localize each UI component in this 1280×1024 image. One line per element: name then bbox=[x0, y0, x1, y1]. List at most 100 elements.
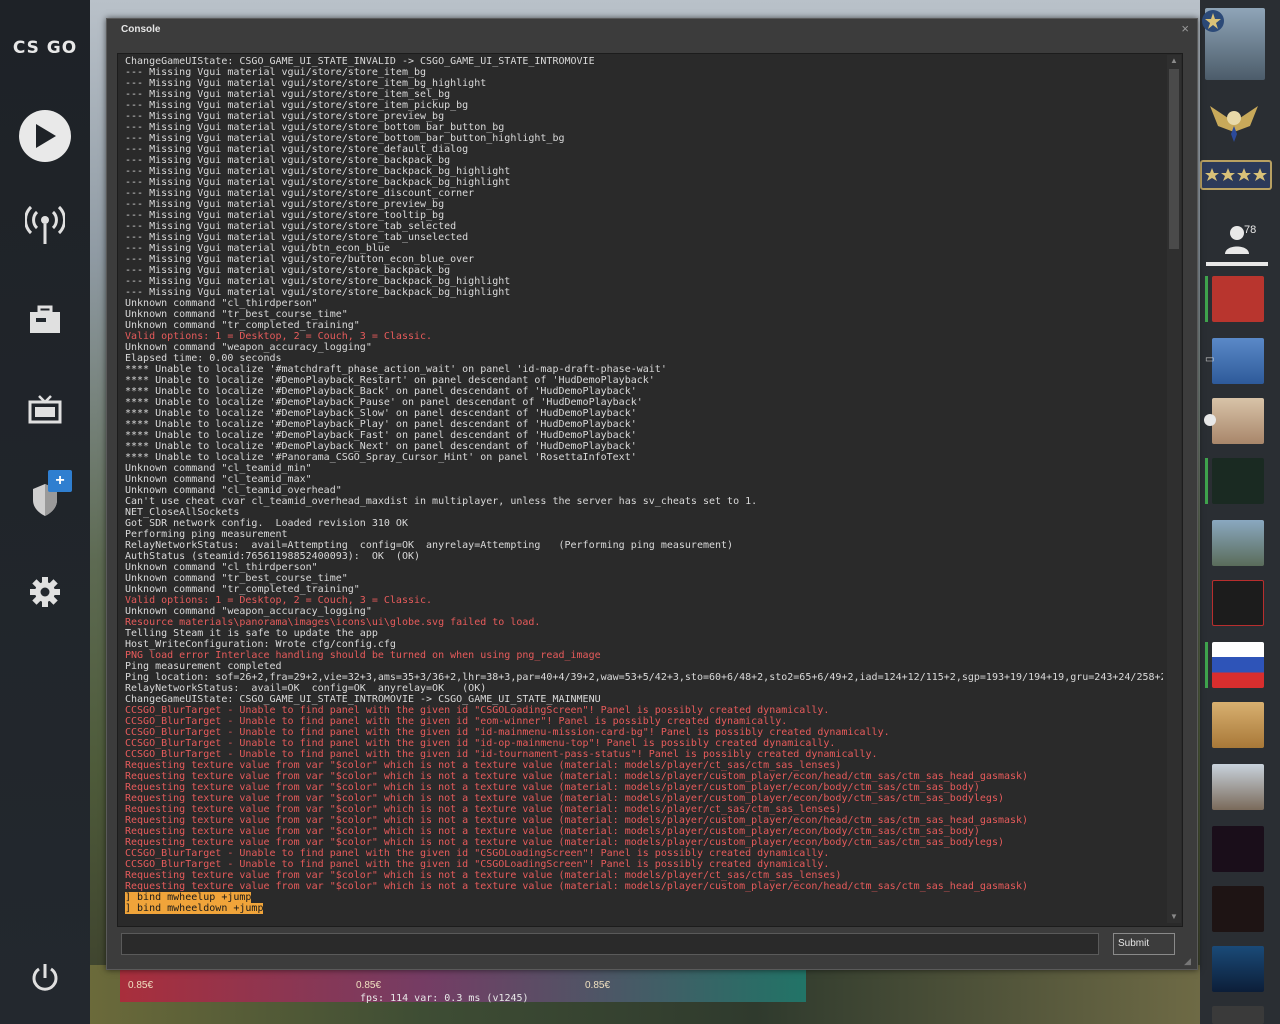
friend-avatar[interactable] bbox=[1212, 886, 1264, 932]
console-line: Can't use cheat cvar cl_teamid_overhead_… bbox=[125, 496, 758, 507]
console-line: --- Missing Vgui material vgui/store/sto… bbox=[125, 221, 457, 232]
console-line: Requesting texture value from var "$colo… bbox=[125, 782, 980, 793]
console-line: --- Missing Vgui material vgui/store/sto… bbox=[125, 133, 565, 144]
console-line: Requesting texture value from var "$colo… bbox=[125, 870, 842, 881]
console-line: --- Missing Vgui material vgui/store/sto… bbox=[125, 188, 475, 199]
friend-avatar[interactable] bbox=[1212, 642, 1264, 688]
console-line: Unknown command "cl_thirdperson" bbox=[125, 298, 318, 309]
eagle-rank-icon bbox=[1206, 96, 1262, 146]
scrollbar[interactable]: ▲ ▼ bbox=[1167, 55, 1181, 923]
command-input[interactable] bbox=[121, 933, 1099, 955]
console-line: Requesting texture value from var "$colo… bbox=[125, 815, 1029, 826]
console-line: **** Unable to localize '#DemoPlayback_S… bbox=[125, 408, 637, 419]
close-button[interactable]: × bbox=[1181, 21, 1189, 36]
console-line: **** Unable to localize '#DemoPlayback_P… bbox=[125, 419, 637, 430]
broadcast-icon bbox=[25, 205, 65, 244]
friend-avatar[interactable] bbox=[1212, 520, 1264, 566]
console-line: CCSGO_BlurTarget - Unable to find panel … bbox=[125, 749, 878, 760]
friend-avatar[interactable] bbox=[1212, 826, 1264, 872]
console-line: --- Missing Vgui material vgui/store/sto… bbox=[125, 67, 427, 78]
friend-status bbox=[1205, 458, 1208, 504]
submit-button[interactable]: Submit bbox=[1113, 933, 1175, 955]
console-line: CCSGO_BlurTarget - Unable to find panel … bbox=[125, 738, 836, 749]
broadcast-button[interactable] bbox=[19, 198, 71, 250]
watch-button[interactable] bbox=[19, 384, 71, 436]
tv-small-icon: ▭ bbox=[1205, 354, 1215, 365]
console-line: Unknown command "cl_thirdperson" bbox=[125, 562, 318, 573]
console-line: --- Missing Vgui material vgui/store/sto… bbox=[125, 166, 511, 177]
console-line: Ping measurement completed bbox=[125, 661, 282, 672]
console-line: **** Unable to localize '#Panorama_CSGO_… bbox=[125, 452, 637, 463]
console-line: Requesting texture value from var "$colo… bbox=[125, 837, 1004, 848]
console-line: --- Missing Vgui material vgui/store/sto… bbox=[125, 232, 469, 243]
console-line: RelayNetworkStatus: avail=OK config=OK a… bbox=[125, 683, 487, 694]
console-log[interactable]: ChangeGameUIState: CSGO_GAME_UI_STATE_IN… bbox=[117, 53, 1183, 927]
friend-avatar[interactable] bbox=[1212, 458, 1264, 504]
scroll-thumb[interactable] bbox=[1169, 69, 1179, 249]
console-line: PNG load error Interlace handling should… bbox=[125, 650, 601, 661]
console-line: Elapsed time: 0.00 seconds bbox=[125, 353, 282, 364]
console-line: CCSGO_BlurTarget - Unable to find panel … bbox=[125, 716, 788, 727]
friend-avatar[interactable] bbox=[1212, 398, 1264, 444]
play-button[interactable] bbox=[19, 110, 71, 162]
console-line: Unknown command "cl_teamid_overhead" bbox=[125, 485, 342, 496]
friend-avatar[interactable] bbox=[1212, 946, 1264, 992]
console-line: **** Unable to localize '#DemoPlayback_B… bbox=[125, 386, 637, 397]
console-line: Ping location: sof=26+2,fra=29+2,vie=32+… bbox=[125, 672, 1163, 683]
friend-avatar[interactable] bbox=[1212, 702, 1264, 748]
scroll-up-arrow[interactable]: ▲ bbox=[1169, 56, 1179, 66]
console-line: --- Missing Vgui material vgui/store/but… bbox=[125, 254, 475, 265]
friends-button[interactable]: 78 bbox=[1218, 220, 1268, 260]
console-line: Unknown command "cl_teamid_max" bbox=[125, 474, 312, 485]
console-line: **** Unable to localize '#DemoPlayback_F… bbox=[125, 430, 637, 441]
friend-avatar[interactable] bbox=[1212, 1006, 1264, 1024]
console-line: Unknown command "tr_completed_training" bbox=[125, 320, 360, 331]
console-line: --- Missing Vgui material vgui/store/sto… bbox=[125, 111, 445, 122]
main-sidebar: CS GO + bbox=[0, 0, 90, 1024]
console-line: RelayNetworkStatus: avail=Attempting con… bbox=[125, 540, 734, 551]
rank-icon bbox=[1200, 8, 1226, 34]
console-line: ] bind mwheeldown +jump bbox=[125, 903, 264, 914]
quit-button[interactable] bbox=[19, 952, 71, 1004]
console-line: --- Missing Vgui material vgui/store/sto… bbox=[125, 78, 487, 89]
console-line: Unknown command "tr_best_course_time" bbox=[125, 573, 348, 584]
console-line: Got SDR network config. Loaded revision … bbox=[125, 518, 408, 529]
console-line: --- Missing Vgui material vgui/store/sto… bbox=[125, 155, 451, 166]
console-line: ChangeGameUIState: CSGO_GAME_UI_STATE_IN… bbox=[125, 56, 595, 67]
friend-avatar[interactable] bbox=[1212, 580, 1264, 626]
console-line: **** Unable to localize '#matchdraft_pha… bbox=[125, 364, 667, 375]
resize-grip-icon[interactable]: ◢ bbox=[1184, 956, 1194, 966]
gear-icon bbox=[30, 577, 60, 607]
settings-button[interactable] bbox=[19, 566, 71, 618]
friends-count-label: 78 bbox=[1244, 224, 1257, 236]
console-line: Requesting texture value from var "$colo… bbox=[125, 881, 1029, 892]
csgo-logo: CS GO bbox=[12, 38, 78, 58]
briefcase-icon bbox=[30, 305, 60, 333]
friends-divider bbox=[1206, 262, 1268, 266]
console-log-text: ChangeGameUIState: CSGO_GAME_UI_STATE_IN… bbox=[125, 56, 1163, 922]
tv-icon bbox=[28, 395, 62, 424]
console-line: Unknown command "weapon_accuracy_logging… bbox=[125, 606, 372, 617]
console-line: Unknown command "tr_completed_training" bbox=[125, 584, 360, 595]
console-line: --- Missing Vgui material vgui/store/sto… bbox=[125, 210, 445, 221]
level-stars-badge bbox=[1200, 160, 1272, 190]
console-line: Performing ping measurement bbox=[125, 529, 288, 540]
friend-avatar[interactable] bbox=[1212, 764, 1264, 810]
console-line: Valid options: 1 = Desktop, 2 = Couch, 3… bbox=[125, 595, 433, 606]
console-line: Telling Steam it is safe to update the a… bbox=[125, 628, 378, 639]
console-line: --- Missing Vgui material vgui/store/sto… bbox=[125, 100, 469, 111]
console-line: Requesting texture value from var "$colo… bbox=[125, 804, 842, 815]
inventory-button[interactable] bbox=[19, 294, 71, 346]
fps-readout: fps: 114 var: 0.3 ms (v1245) bbox=[360, 993, 529, 1004]
item-price: 0.85€ bbox=[356, 980, 382, 991]
friend-avatar[interactable] bbox=[1212, 338, 1264, 384]
console-line: ] bind mwheelup +jump bbox=[125, 892, 252, 903]
friend-status bbox=[1205, 642, 1208, 688]
scroll-down-arrow[interactable]: ▼ bbox=[1169, 912, 1179, 922]
console-line: Host_WriteConfiguration: Wrote cfg/confi… bbox=[125, 639, 396, 650]
console-line: Requesting texture value from var "$colo… bbox=[125, 760, 842, 771]
friend-avatar[interactable] bbox=[1212, 276, 1264, 322]
console-line: --- Missing Vgui material vgui/store/sto… bbox=[125, 276, 511, 287]
console-line: **** Unable to localize '#DemoPlayback_R… bbox=[125, 375, 655, 386]
console-line: CCSGO_BlurTarget - Unable to find panel … bbox=[125, 705, 830, 716]
